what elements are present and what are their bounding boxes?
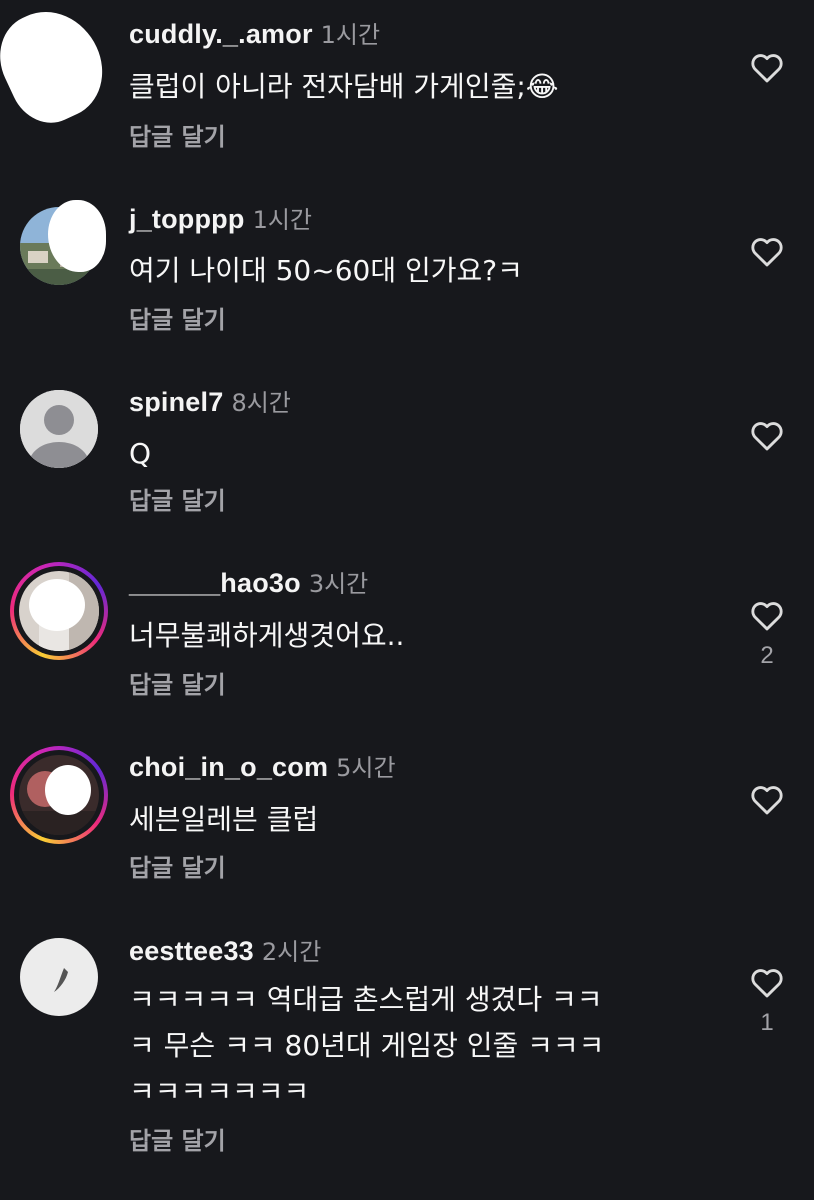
like-button[interactable] [744, 418, 790, 462]
timestamp: 8시간 [231, 389, 291, 417]
like-button[interactable] [744, 234, 790, 278]
comment-text: Q [129, 437, 152, 470]
timestamp: 3시간 [308, 570, 369, 598]
story-ring-avatar[interactable] [10, 562, 108, 660]
heart-outline-icon [751, 602, 783, 631]
reply-button[interactable]: 답글 달기 [129, 1126, 226, 1156]
heart-outline-icon [751, 54, 783, 83]
avatar [19, 755, 99, 835]
story-ring-avatar[interactable] [10, 746, 108, 844]
timestamp: 2시간 [261, 938, 322, 966]
reply-button[interactable]: 답글 달기 [129, 122, 226, 152]
comment-text: ㅋㅋㅋㅋㅋ 역대급 촌스럽게 생겼다 ㅋㅋ ㅋ 무슨 ㅋㅋ 80년대 게임장 인… [129, 983, 605, 1108]
like-count: 1 [760, 1009, 774, 1036]
like-count: 2 [760, 642, 774, 669]
avatar-redaction [48, 200, 106, 272]
timestamp: 5시간 [336, 754, 396, 782]
timestamp: 1시간 [252, 206, 313, 234]
heart-outline-icon [751, 786, 783, 815]
comment-meta: cuddly._.amor 1시간 [129, 18, 380, 51]
timestamp: 1시간 [320, 21, 381, 49]
comment-text: 너무불쾌하게생겻어요.. [129, 619, 405, 652]
avatar-redaction [0, 0, 119, 136]
reply-button[interactable]: 답글 달기 [129, 486, 226, 516]
avatar [19, 571, 99, 651]
reply-button[interactable]: 답글 달기 [129, 305, 226, 335]
username[interactable]: eesttee33 [129, 936, 254, 966]
heart-outline-icon [751, 238, 783, 267]
heart-outline-icon [751, 422, 783, 451]
comment-text: 클럽이 아니라 전자담배 가게인줄;😂 [129, 70, 559, 103]
default-avatar-icon [20, 390, 98, 468]
comment-meta: ______hao3o 3시간 [129, 567, 368, 600]
reply-button[interactable]: 답글 달기 [129, 853, 226, 883]
avatar[interactable] [20, 938, 98, 1016]
like-button[interactable] [744, 782, 790, 826]
heart-outline-icon [751, 969, 783, 998]
username[interactable]: choi_in_o_com [129, 752, 328, 782]
avatar[interactable] [20, 390, 98, 468]
comment-meta: j_topppp 1시간 [129, 203, 312, 236]
comment-text: 여기 나이대 50~60대 인가요?ㅋ [129, 254, 523, 287]
username[interactable]: spinel7 [129, 387, 223, 417]
comment-meta: eesttee33 2시간 [129, 935, 321, 968]
username[interactable]: ______hao3o [129, 568, 301, 598]
comment-text: 세븐일레븐 클럽 [129, 803, 319, 836]
comment-meta: choi_in_o_com 5시간 [129, 751, 396, 784]
reply-button[interactable]: 답글 달기 [129, 670, 226, 700]
like-button[interactable] [744, 50, 790, 94]
comment-meta: spinel7 8시간 [129, 386, 291, 419]
username[interactable]: cuddly._.amor [129, 19, 313, 49]
username[interactable]: j_topppp [129, 204, 245, 234]
like-button[interactable]: 1 [744, 965, 790, 1037]
like-button[interactable]: 2 [744, 598, 790, 670]
